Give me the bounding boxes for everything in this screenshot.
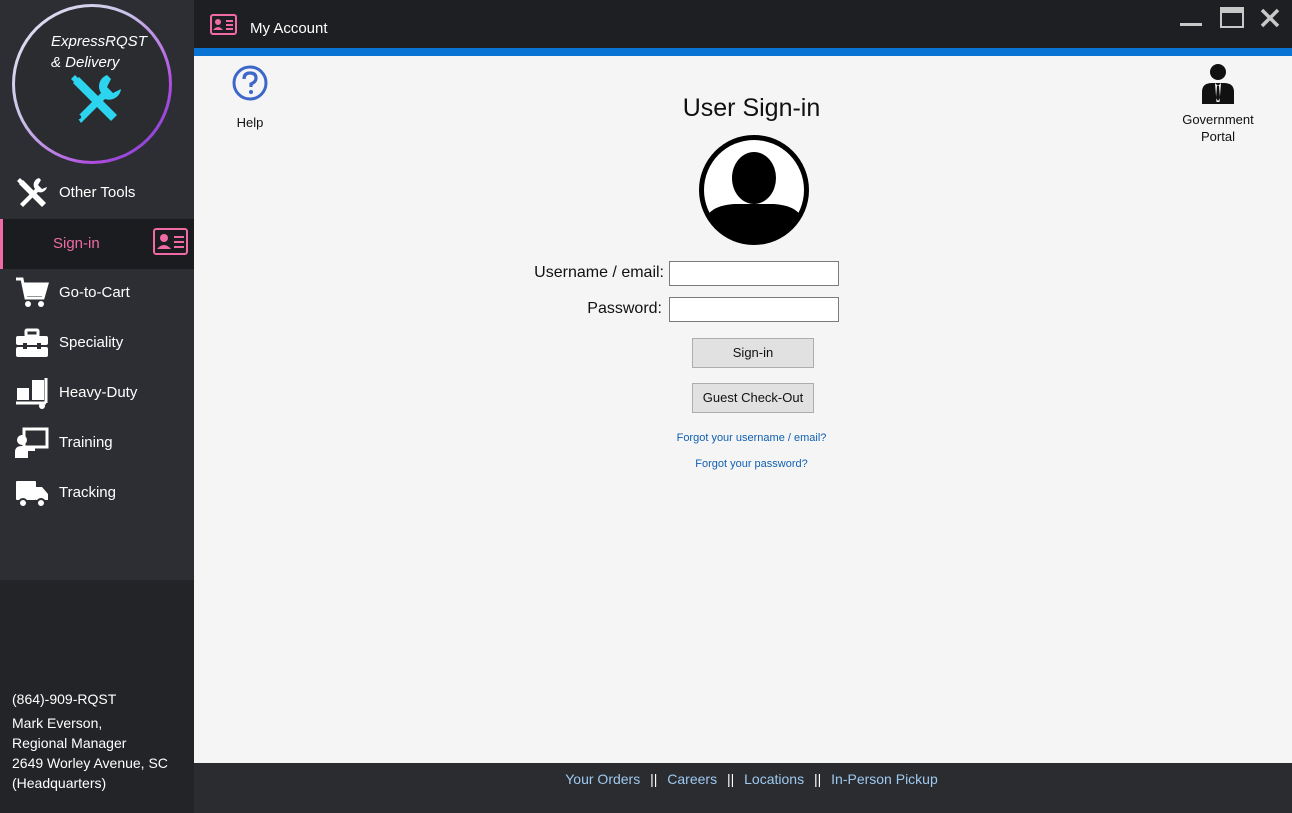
footer-link-your-orders[interactable]: Your Orders (565, 771, 640, 787)
password-input[interactable] (669, 297, 839, 322)
password-label: Password: (587, 300, 662, 317)
gov-label-line-2: Portal (1201, 129, 1235, 144)
footer-separator: || (650, 771, 658, 787)
contact-address: 2649 Worley Avenue, SC (12, 755, 168, 771)
footer-separator: || (813, 771, 822, 787)
toolbox-icon (16, 328, 48, 357)
cart-icon (16, 277, 49, 307)
minimize-icon[interactable] (1179, 6, 1205, 32)
username-input[interactable] (669, 261, 839, 286)
maximize-icon[interactable] (1219, 6, 1245, 32)
contact-note: (Headquarters) (12, 775, 107, 791)
footer-links: Your Orders || Careers || Locations || I… (194, 771, 1292, 787)
tools-logo-icon (71, 75, 121, 123)
footer-link-in-person-pickup[interactable]: In-Person Pickup (831, 771, 938, 787)
sidebar-item-training[interactable]: Training (0, 418, 194, 468)
footer-link-locations[interactable]: Locations (744, 771, 804, 787)
presenter-icon (15, 427, 49, 458)
footer-link-careers[interactable]: Careers (667, 771, 717, 787)
sidebar-item-other-tools[interactable]: Other Tools (0, 168, 194, 218)
sidebar-item-label: Speciality (59, 334, 124, 351)
sidebar-item-go-to-cart[interactable]: Go-to-Cart (0, 268, 194, 318)
contact-name: Mark Everson, (12, 715, 103, 731)
close-icon[interactable] (1258, 6, 1284, 32)
sidebar-item-heavy-duty[interactable]: Heavy-Duty (0, 368, 194, 418)
tools-icon (17, 178, 47, 207)
sidebar-item-label: Sign-in (53, 235, 100, 252)
contact-phone: (864)-909-RQST (12, 691, 117, 707)
logo-line-2: & Delivery (51, 54, 120, 71)
page-title: User Sign-in (682, 94, 821, 122)
contact-role: Regional Manager (12, 735, 127, 751)
footer-separator: || (726, 771, 735, 787)
sidebar-item-tracking[interactable]: Tracking (0, 468, 194, 518)
forgot-username-link[interactable]: Forgot your username / email? (194, 432, 1292, 444)
logo-line-1: ExpressRQST (51, 33, 147, 50)
id-card-icon (210, 14, 237, 35)
sign-in-button[interactable]: Sign-in (692, 338, 814, 368)
sidebar-item-label: Tracking (59, 484, 116, 501)
company-logo[interactable]: ExpressRQST & Delivery (12, 4, 172, 164)
sidebar: ExpressRQST & Delivery Other Tools Sign-… (0, 0, 194, 813)
dolly-icon (16, 378, 48, 409)
username-label: Username / email: (534, 264, 664, 281)
id-card-icon (153, 228, 188, 255)
accent-bar (194, 48, 1292, 56)
sidebar-item-label: Go-to-Cart (59, 284, 130, 301)
forgot-password-link[interactable]: Forgot your password? (194, 458, 1292, 470)
title-bar: My Account (194, 0, 1292, 48)
window-title: My Account (250, 20, 328, 37)
main-panel: Help Government Portal User Sign-in User… (194, 56, 1292, 763)
truck-icon (16, 481, 48, 508)
user-avatar-icon (699, 135, 809, 245)
sidebar-item-label: Other Tools (59, 184, 136, 201)
footer: Your Orders || Careers || Locations || I… (194, 763, 1292, 813)
sidebar-item-label: Training (59, 434, 113, 451)
sidebar-item-speciality[interactable]: Speciality (0, 318, 194, 368)
sidebar-item-sign-in[interactable]: Sign-in (0, 219, 194, 269)
sidebar-item-label: Heavy-Duty (59, 384, 138, 401)
guest-checkout-button[interactable]: Guest Check-Out (692, 383, 814, 413)
